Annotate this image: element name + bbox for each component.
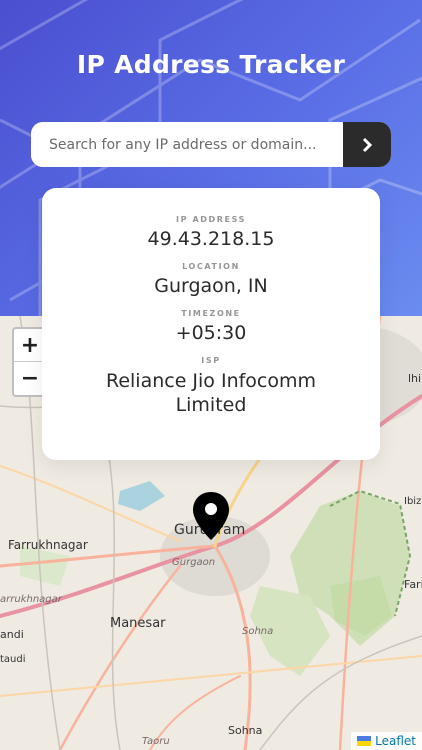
map-label-sohna: Sohna [228,724,263,737]
chevron-right-icon [362,137,372,152]
isp-label: ISP [201,356,221,365]
location-value: Gurgaon, IN [154,275,268,297]
search-input[interactable] [31,122,343,167]
location-label: LOCATION [182,262,240,271]
map-label-andi: andi [0,628,24,641]
ukraine-flag-icon [357,736,372,746]
map-label-gurgaon: Gurgaon [172,557,216,568]
map-label-manesar: Manesar [110,616,166,631]
map-label-ibiz: Ibiz [404,496,422,507]
leaflet-link[interactable]: Leaflet [375,734,416,748]
map-label-farrukhnagar: Farrukhnagar [8,538,88,552]
map-label-taoru: Taoru [142,736,170,747]
page-title: IP Address Tracker [76,50,346,79]
map-label-delhi: lhi [408,372,422,385]
map-label-farid: Fari [404,578,422,591]
map-attribution: Leaflet [351,732,422,750]
isp-value: Reliance Jio Infocomm Limited [105,370,317,416]
ip-address-value: 49.43.218.15 [147,228,275,250]
search-bar [31,122,391,167]
map-label-farrukhnagar-road: arrukhnagar [0,594,62,605]
timezone-value: +05:30 [175,322,247,344]
map-label-pataudi: taudi [0,654,26,665]
search-submit-button[interactable] [343,122,391,167]
location-pin-icon[interactable] [191,490,231,546]
map-label-sohna-road: Sohna [242,626,274,637]
ip-info-card: IP ADDRESS 49.43.218.15 LOCATION Gurgaon… [42,188,380,460]
ip-address-label: IP ADDRESS [176,215,246,224]
timezone-label: TIMEZONE [181,309,241,318]
